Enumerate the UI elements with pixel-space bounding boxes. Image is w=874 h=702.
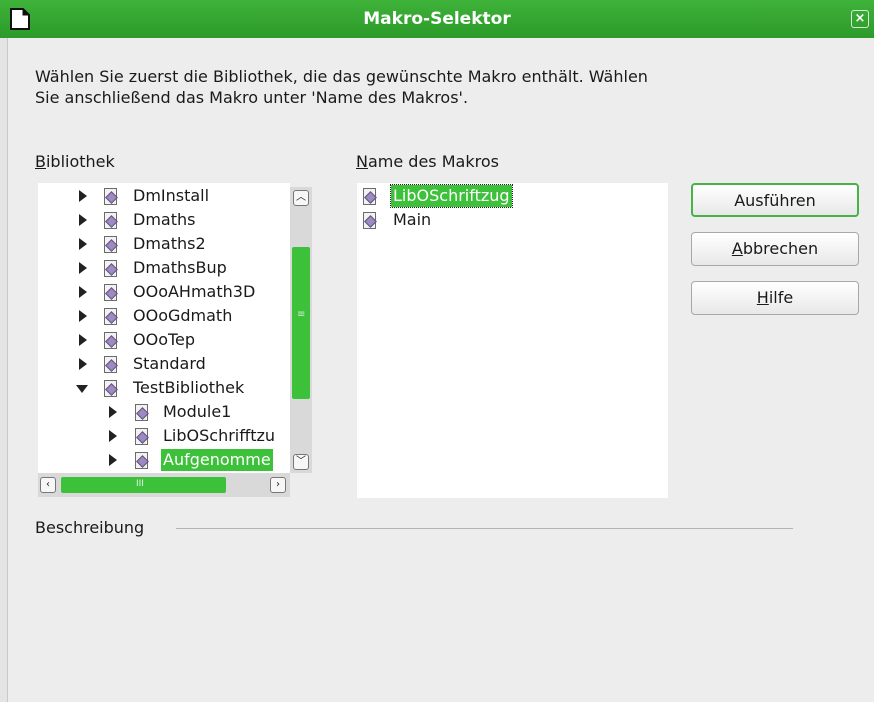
tree-item-label: Standard — [133, 354, 206, 373]
module-icon — [104, 212, 117, 229]
module-icon — [104, 188, 117, 205]
tree-item-libschriftzug[interactable]: LibOSchrifftzu — [38, 425, 290, 449]
macro-icon — [363, 212, 376, 229]
macro-item-main[interactable]: Main — [357, 209, 668, 233]
tree-item-label: Dmaths — [133, 210, 196, 229]
tree-item-dmathsbup[interactable]: DmathsBup — [38, 257, 290, 281]
macro-item-label: Main — [393, 210, 432, 229]
window-frame — [0, 38, 8, 702]
tree-item-testbibliothek[interactable]: TestBibliothek — [38, 377, 290, 401]
module-icon — [135, 452, 148, 469]
cancel-button[interactable]: Abbrechen — [691, 232, 859, 266]
expand-arrow-icon[interactable] — [79, 358, 87, 370]
macro-list[interactable]: LibOSchriftzug Main — [357, 183, 668, 498]
library-tree[interactable]: DmInstall Dmaths Dmaths2 DmathsBup OOoAH… — [38, 183, 290, 473]
library-horizontal-scrollbar[interactable]: ‹ III › — [38, 473, 290, 497]
title-bar: Makro-Selektor × — [0, 0, 874, 38]
tree-item-label: LibOSchrifftzu — [163, 426, 276, 445]
library-vertical-scrollbar[interactable]: ︿ ≡ ﹀ — [290, 187, 312, 473]
tree-item-module1[interactable]: Module1 — [38, 401, 290, 425]
expand-arrow-icon[interactable] — [109, 430, 117, 442]
macro-item-label-selected: LibOSchriftzug — [390, 184, 513, 208]
tree-item-dminstall[interactable]: DmInstall — [38, 185, 290, 209]
expand-arrow-icon[interactable] — [79, 238, 87, 250]
horizontal-scroll-thumb[interactable]: III — [61, 477, 226, 493]
module-icon — [104, 260, 117, 277]
run-button[interactable]: Ausführen — [691, 183, 859, 217]
window-title: Makro-Selektor — [363, 9, 511, 29]
module-icon — [104, 308, 117, 325]
module-icon — [104, 380, 117, 397]
tree-item-dmaths2[interactable]: Dmaths2 — [38, 233, 290, 257]
tree-item-label-selected: Aufgenomme — [161, 449, 273, 471]
tree-item-dmaths[interactable]: Dmaths — [38, 209, 290, 233]
expand-arrow-icon[interactable] — [79, 190, 87, 202]
scroll-up-icon[interactable]: ︿ — [293, 190, 309, 206]
module-icon — [135, 404, 148, 421]
expand-arrow-icon[interactable] — [79, 262, 87, 274]
macro-item-libschriftzug[interactable]: LibOSchriftzug — [357, 184, 668, 209]
tree-item-ooahmath3d[interactable]: OOoAHmath3D — [38, 281, 290, 305]
tree-item-aufgenommen[interactable]: Aufgenomme — [38, 449, 290, 473]
help-button[interactable]: Hilfe — [691, 281, 859, 315]
close-icon[interactable]: × — [851, 10, 869, 28]
macro-icon — [363, 188, 376, 205]
tree-item-ootep[interactable]: OOoTep — [38, 329, 290, 353]
expand-arrow-icon[interactable] — [79, 286, 87, 298]
tree-item-label: OOoGdmath — [133, 306, 233, 325]
expand-arrow-icon[interactable] — [79, 310, 87, 322]
intro-text: Wählen Sie zuerst die Bibliothek, die da… — [35, 67, 648, 107]
tree-item-label: OOoTep — [133, 330, 196, 349]
description-separator — [176, 528, 793, 529]
tree-item-label: OOoAHmath3D — [133, 282, 256, 301]
macro-name-label: Name des Makros — [356, 152, 499, 171]
tree-item-label: DmInstall — [133, 186, 210, 205]
scroll-down-icon[interactable]: ﹀ — [293, 454, 309, 470]
tree-item-oogdmath[interactable]: OOoGdmath — [38, 305, 290, 329]
collapse-arrow-icon[interactable] — [76, 385, 88, 393]
expand-arrow-icon[interactable] — [109, 454, 117, 466]
scroll-grip-icon: III — [136, 479, 144, 489]
tree-item-label: TestBibliothek — [133, 378, 245, 397]
library-label: Bibliothek — [35, 152, 115, 171]
scroll-right-icon[interactable]: › — [270, 477, 286, 493]
module-icon — [104, 332, 117, 349]
description-label: Beschreibung — [35, 518, 145, 537]
tree-item-label: DmathsBup — [133, 258, 227, 277]
expand-arrow-icon[interactable] — [109, 406, 117, 418]
scroll-grip-icon: ≡ — [297, 309, 306, 320]
module-icon — [104, 356, 117, 373]
vertical-scroll-thumb[interactable]: ≡ — [292, 247, 310, 399]
module-icon — [104, 236, 117, 253]
expand-arrow-icon[interactable] — [79, 214, 87, 226]
tree-item-label: Dmaths2 — [133, 234, 206, 253]
module-icon — [135, 428, 148, 445]
expand-arrow-icon[interactable] — [79, 334, 87, 346]
tree-item-standard[interactable]: Standard — [38, 353, 290, 377]
module-icon — [104, 284, 117, 301]
tree-item-label: Module1 — [163, 402, 232, 421]
scroll-left-icon[interactable]: ‹ — [40, 477, 56, 493]
